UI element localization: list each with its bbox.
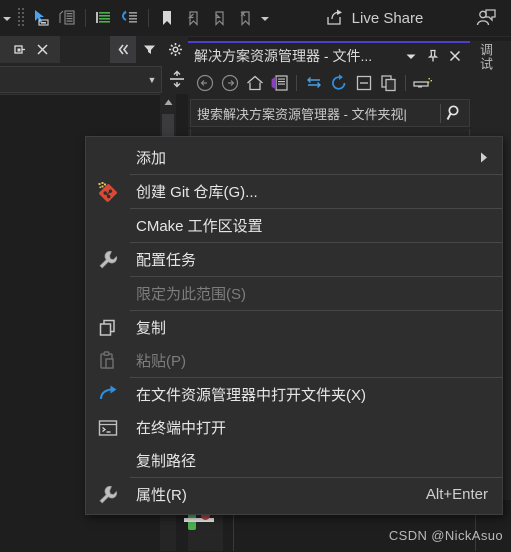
caret-line-marker bbox=[184, 518, 214, 522]
solution-view-icon[interactable] bbox=[267, 71, 292, 96]
pin-icon[interactable] bbox=[422, 45, 444, 67]
context-menu-item-shortcut: Alt+Enter bbox=[425, 486, 488, 503]
context-menu-item-label: 创建 Git 仓库(G)... bbox=[136, 184, 258, 201]
toolbar-separator bbox=[296, 75, 297, 91]
scroll-up-arrow-icon[interactable] bbox=[160, 94, 176, 110]
wrench-icon bbox=[86, 478, 130, 511]
filter-icon[interactable] bbox=[136, 36, 162, 63]
collapse-all-icon[interactable] bbox=[110, 36, 136, 63]
search-input[interactable]: 搜索解决方案资源管理器 - 文件夹视| bbox=[191, 103, 441, 123]
close-icon[interactable] bbox=[444, 45, 466, 67]
indent-decrease-icon[interactable] bbox=[91, 5, 117, 31]
navigate-forward-icon[interactable] bbox=[217, 71, 242, 96]
context-menu-item[interactable]: 在终端中打开 bbox=[86, 411, 502, 444]
context-menu-item[interactable]: 属性(R) Alt+Enter bbox=[86, 478, 502, 511]
settings-gear-icon[interactable] bbox=[162, 36, 188, 63]
menu-item-icon-empty bbox=[86, 277, 130, 310]
context-menu-item[interactable]: 添加 bbox=[86, 141, 502, 174]
dropdown-caret-icon[interactable] bbox=[0, 5, 14, 31]
left-panel-tab[interactable] bbox=[0, 36, 60, 63]
search-input-row[interactable]: 搜索解决方案资源管理器 - 文件夹视| bbox=[190, 99, 470, 127]
context-menu-item[interactable]: 创建 Git 仓库(G)... bbox=[86, 175, 502, 208]
context-menu-item-label: 添加 bbox=[136, 150, 167, 167]
show-all-files-icon[interactable] bbox=[376, 71, 401, 96]
context-menu[interactable]: 添加创建 Git 仓库(G)... CMake 工作区设置 配置任务限定为此范围(S… bbox=[85, 136, 503, 515]
context-menu-item-label: 在文件资源管理器中打开文件夹(X) bbox=[136, 387, 366, 404]
user-account-icon[interactable] bbox=[473, 5, 499, 31]
split-horizontal-icon[interactable] bbox=[166, 68, 188, 90]
left-panel-combo-row: ▼ bbox=[0, 66, 188, 93]
context-menu-item[interactable]: 复制 bbox=[86, 311, 502, 344]
context-menu-item-label: 复制路径 bbox=[136, 453, 197, 470]
pointer-select-icon[interactable] bbox=[28, 5, 54, 31]
overflow-caret-icon[interactable] bbox=[258, 5, 272, 31]
terminal-icon bbox=[86, 411, 130, 444]
home-icon[interactable] bbox=[242, 71, 267, 96]
comment-block-icon[interactable] bbox=[54, 5, 80, 31]
chevron-down-icon[interactable]: ▼ bbox=[143, 75, 161, 85]
sync-with-active-document-icon[interactable] bbox=[301, 71, 326, 96]
context-menu-item: 粘贴(P) bbox=[86, 344, 502, 377]
context-menu-item-label: 限定为此范围(S) bbox=[136, 286, 246, 303]
bookmark-clear-icon[interactable] bbox=[232, 5, 258, 31]
menu-item-icon-empty bbox=[86, 209, 130, 242]
context-menu-item-label: CMake 工作区设置 bbox=[136, 218, 263, 235]
live-share-label[interactable]: Live Share bbox=[352, 10, 424, 27]
toolbar-separator bbox=[405, 75, 406, 91]
watermark-text: CSDN @NickAsuo bbox=[388, 528, 503, 543]
vertical-tool-tab[interactable]: 调试 bbox=[474, 43, 496, 89]
search-icon[interactable] bbox=[441, 101, 469, 125]
close-icon[interactable] bbox=[36, 43, 49, 56]
properties-icon[interactable] bbox=[410, 71, 435, 96]
context-menu-item-label: 配置任务 bbox=[136, 252, 197, 269]
context-menu-item-label: 在终端中打开 bbox=[136, 420, 227, 437]
panel-accent-bar bbox=[188, 41, 470, 43]
context-menu-item-label: 粘贴(P) bbox=[136, 353, 186, 370]
copy-icon bbox=[86, 311, 130, 344]
navigate-back-icon[interactable] bbox=[192, 71, 217, 96]
panel-dropdown-icon[interactable] bbox=[400, 45, 422, 67]
pin-icon[interactable] bbox=[12, 43, 26, 57]
collapse-all-box-icon[interactable] bbox=[351, 71, 376, 96]
context-menu-item[interactable]: 配置任务 bbox=[86, 243, 502, 276]
paste-icon bbox=[86, 344, 130, 377]
wrench-icon bbox=[86, 243, 130, 276]
git-repository-icon bbox=[86, 175, 130, 208]
toolbar-separator bbox=[85, 9, 86, 27]
context-menu-item: 限定为此范围(S) bbox=[86, 277, 502, 310]
search-scope-combo[interactable]: ▼ bbox=[0, 66, 162, 93]
context-menu-item[interactable]: CMake 工作区设置 bbox=[86, 209, 502, 242]
context-menu-item-label: 复制 bbox=[136, 320, 167, 337]
menu-item-icon-empty bbox=[86, 444, 130, 477]
refresh-icon[interactable] bbox=[326, 71, 351, 96]
toolbar-separator bbox=[148, 9, 149, 27]
menu-item-icon-empty bbox=[86, 141, 130, 174]
left-panel-tabstrip bbox=[0, 36, 188, 63]
main-toolbar: Live Share bbox=[0, 0, 511, 37]
share-arrow-icon[interactable] bbox=[322, 5, 348, 31]
bookmark-toggle-icon[interactable] bbox=[154, 5, 180, 31]
bookmark-next-icon[interactable] bbox=[206, 5, 232, 31]
context-menu-item-label: 属性(R) bbox=[136, 487, 187, 504]
solution-explorer-title-row: 解决方案资源管理器 - 文件... bbox=[188, 44, 470, 68]
solution-explorer-toolbar bbox=[188, 69, 474, 97]
bookmark-previous-icon[interactable] bbox=[180, 5, 206, 31]
page-title: 解决方案资源管理器 - 文件... bbox=[194, 48, 373, 64]
left-panel-tools bbox=[110, 36, 188, 63]
drag-handle-icon[interactable] bbox=[14, 5, 28, 31]
context-menu-item[interactable]: 在文件资源管理器中打开文件夹(X) bbox=[86, 378, 502, 411]
open-folder-arrow-icon bbox=[86, 378, 130, 411]
context-menu-item[interactable]: 复制路径 bbox=[86, 444, 502, 477]
indent-increase-icon[interactable] bbox=[117, 5, 143, 31]
submenu-arrow-icon bbox=[480, 152, 502, 163]
